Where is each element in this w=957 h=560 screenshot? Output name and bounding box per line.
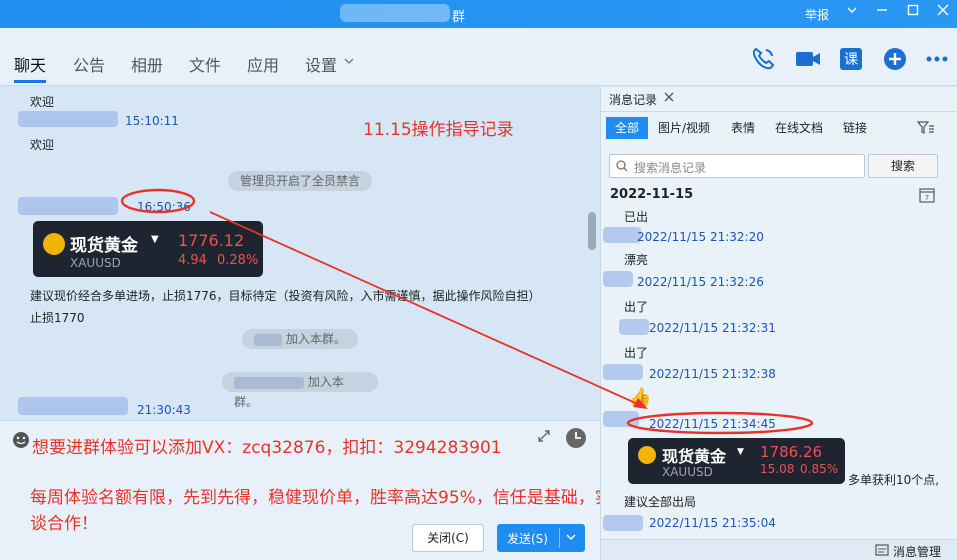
annotation-overlay — [120, 188, 814, 435]
annotation-circle — [626, 411, 814, 435]
annotation-arrowhead — [633, 398, 648, 409]
annotation-arrow — [209, 211, 641, 406]
annotation-circle — [120, 188, 196, 214]
